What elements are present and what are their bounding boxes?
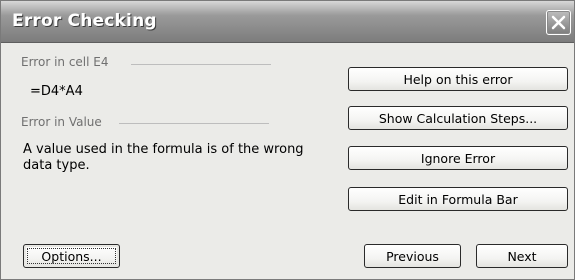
options-button[interactable]: Options...: [23, 244, 120, 268]
separator: [131, 64, 271, 65]
help-on-error-button[interactable]: Help on this error: [348, 67, 568, 91]
dialog-body: Error in cell E4 =D4*A4 Error in Value A…: [1, 43, 574, 279]
dialog-title: Error Checking: [12, 11, 157, 31]
ignore-error-button[interactable]: Ignore Error: [348, 146, 568, 170]
previous-button[interactable]: Previous: [364, 244, 461, 268]
next-button[interactable]: Next: [476, 244, 568, 268]
title-bar[interactable]: Error Checking: [1, 1, 574, 43]
close-button[interactable]: [546, 10, 571, 35]
error-description: A value used in the formula is of the wr…: [23, 142, 304, 173]
separator: [119, 123, 269, 124]
error-cell-label: Error in cell E4: [21, 55, 109, 69]
error-type-label: Error in Value: [21, 115, 102, 129]
show-calculation-steps-button[interactable]: Show Calculation Steps...: [348, 106, 568, 130]
edit-in-formula-bar-button[interactable]: Edit in Formula Bar: [348, 187, 568, 211]
error-checking-dialog: Error Checking Error in cell E4 =D4*A4 E…: [0, 0, 575, 280]
formula-value: =D4*A4: [30, 84, 83, 99]
